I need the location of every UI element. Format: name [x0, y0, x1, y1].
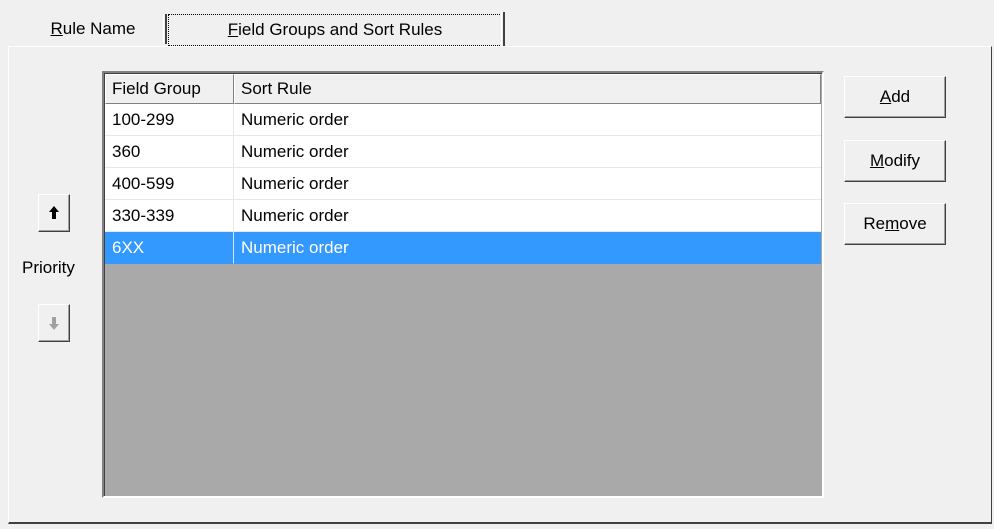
sort-rule-cell: Numeric order	[234, 168, 821, 200]
field-group-cell: 400-599	[105, 168, 234, 200]
tab-rule-name-label: Rule Name	[50, 19, 136, 38]
tab-field-groups-label: Field Groups and Sort Rules	[227, 20, 443, 39]
table-row-selected[interactable]: 6XX Numeric order	[105, 232, 821, 264]
field-group-cell: 360	[105, 136, 234, 168]
add-button[interactable]: Add	[844, 76, 946, 118]
remove-button-label: Remove	[863, 214, 927, 233]
sort-rule-cell: Numeric order	[234, 136, 821, 168]
tab-divider	[163, 14, 167, 44]
list-header: Field Group Sort Rule	[105, 74, 821, 104]
list-frame: Field Group Sort Rule 100-299 Numeric or…	[104, 73, 822, 496]
table-row[interactable]: 360 Numeric order	[105, 136, 821, 168]
priority-down-button[interactable]	[38, 304, 70, 342]
table-row[interactable]: 330-339 Numeric order	[105, 200, 821, 232]
field-group-list[interactable]: Field Group Sort Rule 100-299 Numeric or…	[102, 71, 824, 498]
tab-field-groups-and-sort-rules[interactable]: Field Groups and Sort Rules	[168, 14, 502, 46]
column-header-field-group[interactable]: Field Group	[105, 74, 234, 104]
sort-rule-cell: Numeric order	[234, 200, 821, 232]
column-header-sort-rule[interactable]: Sort Rule	[234, 74, 821, 104]
modify-button[interactable]: Modify	[844, 140, 946, 182]
tab-rule-name[interactable]: Rule Name	[22, 10, 164, 48]
priority-up-button[interactable]	[38, 194, 70, 232]
table-row[interactable]: 100-299 Numeric order	[105, 104, 821, 136]
remove-button[interactable]: Remove	[844, 203, 946, 245]
list-rows: 100-299 Numeric order 360 Numeric order …	[105, 104, 821, 264]
tab-divider	[501, 12, 505, 46]
field-group-cell: 100-299	[105, 104, 234, 136]
modify-button-label: Modify	[869, 151, 921, 170]
add-button-label: Add	[879, 87, 911, 106]
sort-rule-cell: Numeric order	[234, 104, 821, 136]
arrow-up-icon	[49, 206, 59, 219]
field-group-cell: 330-339	[105, 200, 234, 232]
priority-label: Priority	[22, 258, 75, 277]
field-group-cell: 6XX	[105, 232, 234, 264]
arrow-down-icon	[49, 317, 59, 330]
sort-rule-cell: Numeric order	[234, 232, 821, 264]
table-row[interactable]: 400-599 Numeric order	[105, 168, 821, 200]
